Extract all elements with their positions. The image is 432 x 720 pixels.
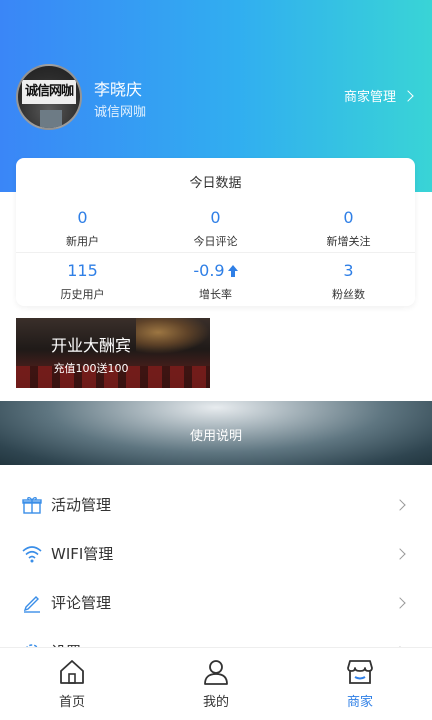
tab-home[interactable]: 首页 bbox=[0, 648, 144, 720]
chevron-right-icon bbox=[402, 89, 414, 102]
tab-label: 商家 bbox=[346, 695, 373, 710]
avatar-door bbox=[40, 110, 62, 128]
menu-item-label: 活动管理 bbox=[51, 496, 112, 514]
tab-label: 我的 bbox=[202, 695, 229, 710]
stat-value: 3 bbox=[343, 261, 354, 280]
tab-mine[interactable]: 我的 bbox=[144, 648, 288, 720]
divider bbox=[16, 252, 415, 253]
chevron-right-icon bbox=[394, 596, 406, 609]
user-name: 李晓庆 bbox=[94, 80, 143, 99]
merchant-manage-label: 商家管理 bbox=[343, 90, 396, 105]
stat-label: 新增关注 bbox=[326, 235, 371, 248]
gift-icon bbox=[22, 496, 42, 514]
menu-item-comments[interactable]: 评论管理 bbox=[0, 578, 432, 627]
stat-value: 0 bbox=[77, 208, 88, 227]
promo-subtitle: 充值100送100 bbox=[53, 362, 129, 375]
edit-icon bbox=[23, 595, 40, 613]
stat-history-users[interactable]: 115 历史用户 bbox=[16, 261, 149, 302]
stat-value: 0 bbox=[210, 208, 221, 227]
usage-instructions-banner[interactable]: 使用说明 bbox=[0, 401, 432, 465]
banner-label: 使用说明 bbox=[189, 429, 242, 444]
tab-merchant[interactable]: 商家 bbox=[288, 648, 432, 720]
card-title: 今日数据 bbox=[189, 176, 242, 191]
promo-banner[interactable]: 开业大酬宾 充值100送100 bbox=[16, 318, 210, 388]
user-icon bbox=[204, 660, 228, 685]
stat-fans[interactable]: 3 粉丝数 bbox=[282, 261, 415, 302]
stat-new-users[interactable]: 0 新用户 bbox=[16, 208, 149, 249]
chevron-right-icon bbox=[394, 498, 406, 511]
menu-item-wifi[interactable]: WIFI管理 bbox=[0, 529, 432, 578]
menu-item-activity[interactable]: 活动管理 bbox=[0, 480, 432, 529]
bottom-tab-bar: 首页 我的 商家 bbox=[0, 647, 432, 720]
avatar[interactable]: 诚信网咖 bbox=[16, 64, 82, 130]
stat-value: -0.9 bbox=[193, 261, 225, 280]
wifi-icon bbox=[22, 545, 42, 562]
stat-label: 今日评论 bbox=[193, 235, 238, 248]
home-icon bbox=[60, 660, 84, 684]
stat-value: 0 bbox=[343, 208, 354, 227]
stat-today-comments[interactable]: 0 今日评论 bbox=[149, 208, 282, 249]
stat-label: 粉丝数 bbox=[332, 288, 365, 301]
stat-value: 115 bbox=[67, 261, 98, 280]
up-arrow-icon bbox=[227, 264, 238, 277]
tab-label: 首页 bbox=[58, 695, 85, 710]
avatar-sign-text: 诚信网咖 bbox=[22, 80, 76, 104]
store-icon bbox=[347, 660, 373, 684]
shop-name: 诚信网咖 bbox=[94, 105, 147, 120]
stat-new-follows[interactable]: 0 新增关注 bbox=[282, 208, 415, 249]
merchant-manage-link[interactable]: 商家管理 bbox=[343, 86, 414, 105]
menu-item-label: WIFI管理 bbox=[51, 545, 114, 563]
stat-growth-rate[interactable]: -0.9 增长率 bbox=[149, 261, 282, 302]
promo-title: 开业大酬宾 bbox=[50, 336, 131, 355]
stat-label: 增长率 bbox=[199, 288, 232, 301]
today-data-card: 今日数据 0 新用户 0 今日评论 0 新增关注 115 历史用户 -0.9 增… bbox=[16, 158, 415, 306]
stat-label: 新用户 bbox=[66, 235, 99, 248]
stat-label: 历史用户 bbox=[60, 288, 105, 301]
chevron-right-icon bbox=[394, 547, 406, 560]
menu-item-label: 评论管理 bbox=[51, 594, 112, 612]
